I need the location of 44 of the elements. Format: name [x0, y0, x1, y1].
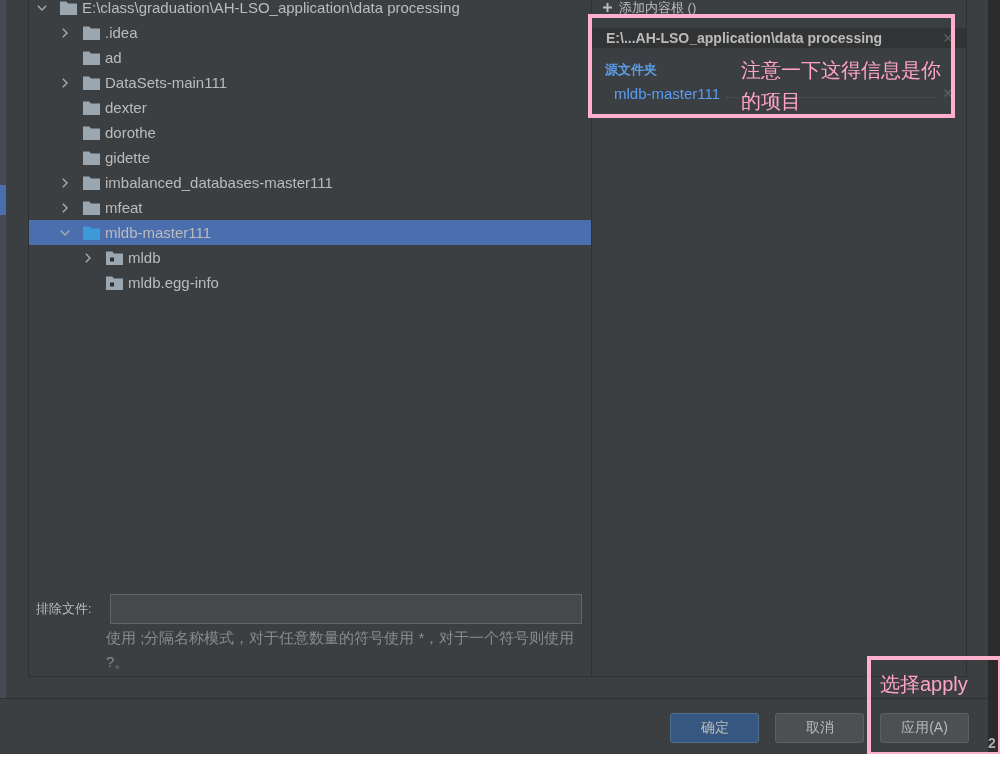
hint-text: 使用 ;分隔名称模式，对于任意数量的符号使用 *，对于一个符号则使用 ?。	[106, 628, 576, 672]
tree-item[interactable]: imbalanced_databases-master111	[29, 170, 591, 195]
exclude-files-input[interactable]	[110, 594, 582, 624]
package-folder-icon	[106, 275, 123, 290]
close-icon[interactable]	[944, 34, 952, 42]
source-folder-entry: mldb-master111	[614, 84, 721, 102]
dialog-button[interactable]: 应用(A)	[880, 713, 969, 743]
tree-item[interactable]: .idea	[29, 20, 591, 45]
tree-item[interactable]: DataSets-main111	[29, 70, 591, 95]
edge-text: 2	[988, 736, 996, 751]
dialog-button[interactable]: 取消	[775, 713, 864, 743]
chevron-right-icon[interactable]	[62, 202, 68, 213]
folder-icon	[83, 100, 100, 115]
folder-icon	[83, 75, 100, 90]
annotation-text: 注意一下这得信息是你的项目	[741, 58, 942, 114]
tree-item[interactable]: dorothe	[29, 120, 591, 145]
folder-icon	[83, 150, 100, 165]
chevron-down-icon[interactable]	[37, 4, 47, 11]
chevron-right-icon[interactable]	[62, 177, 68, 188]
annotation-text: 选择apply	[880, 672, 969, 697]
tree-item[interactable]: ad	[29, 45, 591, 70]
field-label: 排除文件:	[36, 600, 92, 618]
close-icon[interactable]	[944, 89, 952, 97]
folder-icon	[83, 200, 100, 215]
package-folder-icon	[106, 250, 123, 265]
chevron-right-icon[interactable]	[62, 77, 68, 88]
tree-item[interactable]: mldb	[29, 245, 591, 270]
folder-icon	[83, 25, 100, 40]
folder-icon	[83, 50, 100, 65]
tree-item[interactable]: mfeat	[29, 195, 591, 220]
tree-item[interactable]: dexter	[29, 95, 591, 120]
section-title: 源文件夹	[605, 62, 657, 78]
plus-icon	[603, 3, 612, 12]
content-root-path: E:\...AH-LSO_application\data processing	[606, 30, 883, 46]
folder-icon	[60, 0, 77, 15]
tree-item[interactable]: gidette	[29, 145, 591, 170]
folder-icon	[83, 125, 100, 140]
tree-item[interactable]: E:\class\graduation\AH-LSO_application\data processing	[29, 0, 591, 20]
folder-icon	[83, 175, 100, 190]
tree-item[interactable]: mldb.egg-info	[29, 270, 591, 295]
chevron-right-icon[interactable]	[62, 27, 68, 38]
dialog-button[interactable]: 确定	[670, 713, 759, 743]
folder-icon	[83, 225, 100, 240]
chevron-right-icon[interactable]	[85, 252, 91, 263]
